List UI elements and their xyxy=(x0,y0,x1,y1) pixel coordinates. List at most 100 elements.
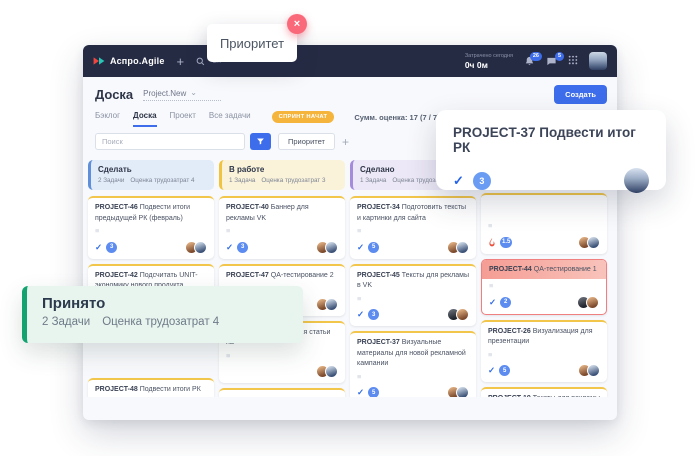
time-value: 0ч 0м xyxy=(465,60,513,70)
done-check-icon: ✓ xyxy=(489,298,496,307)
column-title: Сделать xyxy=(98,165,207,174)
page: Аспро.Agile + Сп Затрачено сегодня 0ч 0м xyxy=(0,0,700,456)
column-meta: 2 ЗадачиОценка трудозатрат 4 xyxy=(98,177,207,184)
estimate-badge: 3 xyxy=(473,172,491,190)
assignee-avatar xyxy=(587,364,600,377)
task-popup-title: PROJECT-37 Подвести итог РК xyxy=(453,125,649,155)
create-button[interactable]: Создать xyxy=(554,85,607,104)
assignee-avatar xyxy=(325,365,338,378)
filter-button[interactable] xyxy=(250,133,271,150)
toolbar: Доска Project.New ⌄ Создать xyxy=(83,77,617,107)
task-title: PROJECT-40 Баннер для рекламы VK xyxy=(226,203,338,224)
assignee-avatars xyxy=(320,241,338,254)
task-card-project-45[interactable]: PROJECT-45 Тексты для рекламы в VK≡✓3 xyxy=(350,264,476,327)
task-title-text: Подвести итоги РК xyxy=(140,386,201,393)
task-card-project-26[interactable]: PROJECT-26 Визуализация для презентации≡… xyxy=(481,320,607,383)
logo-icon xyxy=(93,55,105,67)
task-footer: 1.5 xyxy=(488,236,600,249)
apps-menu-button[interactable] xyxy=(568,52,578,70)
board-select[interactable]: Project.New ⌄ xyxy=(143,89,221,101)
add-icon[interactable]: + xyxy=(177,55,185,68)
column-header: В работе1 ЗадачаОценка трудозатрат 3 xyxy=(219,160,345,190)
task-card[interactable]: ≡1.5 xyxy=(481,193,607,254)
estimate-badge: 5 xyxy=(368,242,379,253)
task-card-project-19[interactable]: PROJECT-19 Тексты для рекламы VK≡✓5 xyxy=(481,387,607,397)
estimate-badge: 1.5 xyxy=(500,237,512,248)
board-column: Сделано1 ЗадачаОценка трудозатратPROJECT… xyxy=(350,160,476,397)
tab-проект[interactable]: Проект xyxy=(170,107,196,127)
messages-badge: 5 xyxy=(555,52,564,61)
search-icon[interactable] xyxy=(196,57,205,66)
task-card-project-46[interactable]: PROJECT-46 Подвести итоги предыдущей РК … xyxy=(88,196,214,259)
app-name: Аспро.Agile xyxy=(110,56,165,66)
task-card-project-37[interactable]: PROJECT-37 Визуальные материалы для ново… xyxy=(350,331,476,397)
search-input[interactable] xyxy=(95,133,245,150)
assignee-avatars xyxy=(451,241,469,254)
done-check-icon: ✓ xyxy=(95,243,102,252)
assignee-avatars xyxy=(582,236,600,249)
priority-filter-chip[interactable]: Приоритет xyxy=(278,133,335,150)
task-title: PROJECT-47 QA-тестирование 2 xyxy=(226,271,338,282)
column-task-count: 2 Задачи xyxy=(98,177,124,184)
task-footer: ✓3 xyxy=(226,241,338,254)
task-title: PROJECT-46 Подвести итоги предыдущей РК … xyxy=(95,203,207,224)
column-estimate: Оценка трудозатрат 3 xyxy=(261,177,325,184)
assignee-avatars xyxy=(320,365,338,378)
done-check-icon: ✓ xyxy=(453,174,464,187)
tab-все-задачи[interactable]: Все задачи xyxy=(209,107,251,127)
task-title: теории xyxy=(226,395,338,397)
task-card[interactable]: теории≡✓3 xyxy=(219,388,345,397)
task-title: PROJECT-19 Тексты для рекламы VK xyxy=(488,394,600,397)
description-icon: ≡ xyxy=(226,352,338,360)
accepted-title: Принято xyxy=(42,295,288,312)
messages-button[interactable]: 5 xyxy=(546,56,557,67)
estimate-badge: 3 xyxy=(368,309,379,320)
tab-бэклог[interactable]: Бэклог xyxy=(95,107,120,127)
task-title: PROJECT-45 Тексты для рекламы в VK xyxy=(357,271,469,292)
task-footer xyxy=(226,365,338,378)
kanban-board: Сделать 2 ЗадачиОценка трудозатрат 4 PROJE… xyxy=(83,158,617,397)
grid-icon xyxy=(568,55,578,65)
task-title: PROJECT-48 Подвести итоги РК xyxy=(95,385,207,396)
task-id: PROJECT-42 xyxy=(95,272,140,279)
task-popup-footer: ✓ 3 xyxy=(453,168,649,193)
column-header: Сделать 2 ЗадачиОценка трудозатрат 4 xyxy=(88,160,214,190)
task-card-project-44[interactable]: PROJECT-44 QA-тестирование 1≡✓2 xyxy=(481,259,607,315)
task-footer: ✓3 xyxy=(95,241,207,254)
assignee-avatars xyxy=(189,241,207,254)
sprint-status-badge: СПРИНТ НАЧАТ xyxy=(272,111,335,123)
task-id: PROJECT-45 xyxy=(357,272,402,279)
add-filter-button[interactable]: + xyxy=(342,136,349,148)
assignee-avatars xyxy=(451,386,469,397)
description-icon: ≡ xyxy=(357,373,469,381)
board-column: В работе1 ЗадачаОценка трудозатрат 3 PROJ… xyxy=(219,160,345,397)
task-id: PROJECT-44 xyxy=(489,266,534,273)
app-header: Аспро.Agile + Сп Затрачено сегодня 0ч 0м xyxy=(83,45,617,77)
assignee-avatar xyxy=(456,308,469,321)
app-window: Аспро.Agile + Сп Затрачено сегодня 0ч 0м xyxy=(83,45,617,420)
sprint-summary: Сумм. оценка: 17 (7 / 7) xyxy=(354,113,439,122)
assignee-avatars xyxy=(320,298,338,311)
task-id: PROJECT-26 xyxy=(488,328,533,335)
accepted-meta: 2 Задачи Оценка трудозатрат 4 xyxy=(42,316,288,328)
tabs: Бэклог Доска Проект Все задачи xyxy=(95,107,251,127)
task-card-project-40[interactable]: PROJECT-40 Баннер для рекламы VK≡✓3 xyxy=(219,196,345,259)
task-title: PROJECT-26 Визуализация для презентации xyxy=(488,327,600,348)
task-card-project-48[interactable]: PROJECT-48 Подвести итоги РК≡✓2 xyxy=(88,378,214,397)
task-footer: ✓5 xyxy=(357,241,469,254)
notifications-button[interactable]: 26 xyxy=(524,56,535,67)
task-id: PROJECT-48 xyxy=(95,386,140,393)
assignee-avatar xyxy=(587,236,600,249)
tab-доска[interactable]: Доска xyxy=(133,107,156,127)
user-avatar[interactable] xyxy=(589,52,607,70)
task-popup-card[interactable]: PROJECT-37 Подвести итог РК ✓ 3 xyxy=(436,110,666,190)
assignee-avatars xyxy=(582,364,600,377)
close-icon[interactable]: × xyxy=(287,14,307,34)
description-icon: ≡ xyxy=(95,227,207,235)
task-title-text: QA-тестирование 2 xyxy=(271,272,334,279)
task-card-project-34[interactable]: PROJECT-34 Подготовить тексты и картинки… xyxy=(350,196,476,259)
task-footer: ✓5 xyxy=(488,364,600,377)
task-title-text: QA-тестирование 1 xyxy=(534,266,597,273)
task-footer: ✓2 xyxy=(489,296,599,309)
done-check-icon: ✓ xyxy=(357,388,364,397)
